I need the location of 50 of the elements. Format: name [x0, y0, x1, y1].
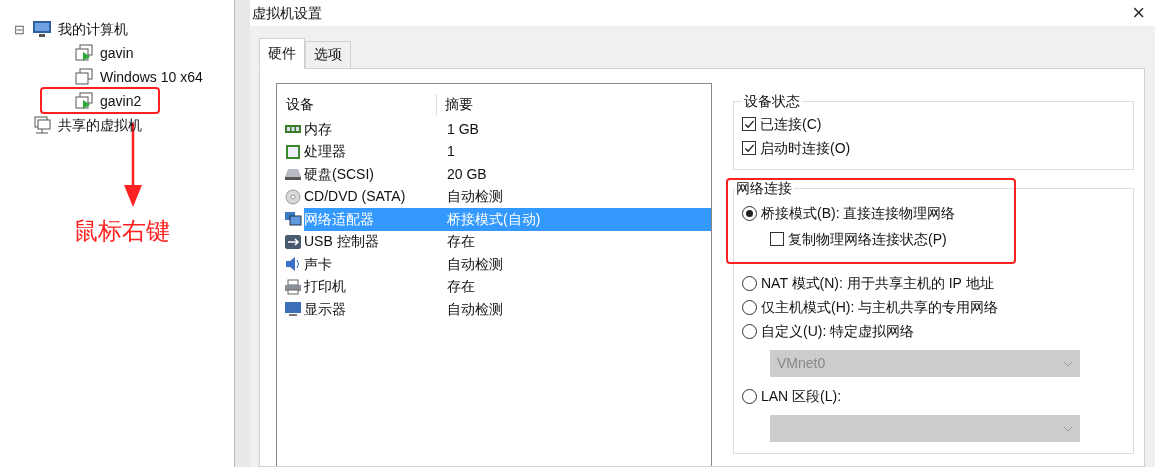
dialog-title: 虚拟机设置	[252, 3, 322, 23]
option-label: 桥接模式(B): 直接连接物理网络	[761, 203, 956, 223]
shared-vm-icon	[32, 116, 52, 134]
device-row[interactable]: 打印机 存在	[304, 275, 711, 298]
tree-item[interactable]: 共享的虚拟机	[58, 114, 142, 136]
tab[interactable]: 选项	[305, 41, 351, 69]
tab[interactable]: 硬件	[259, 38, 305, 69]
device-row[interactable]: 声卡 自动检测	[304, 253, 711, 276]
radio-button[interactable]	[742, 388, 757, 404]
option-label: 启动时连接(O)	[760, 138, 851, 158]
tree-item[interactable]: Windows 10 x64	[100, 66, 203, 88]
radio-button[interactable]	[742, 323, 757, 339]
network-icon	[284, 211, 302, 228]
annotation-text: 鼠标右键	[74, 216, 171, 246]
checkbox[interactable]	[742, 117, 756, 131]
radio-button[interactable]	[742, 205, 757, 221]
collapse-toggle[interactable]: ⊟	[14, 22, 28, 36]
column-header[interactable]: 摘要	[437, 93, 473, 115]
option-label: NAT 模式(N): 用于共享主机的 IP 地址	[761, 273, 994, 293]
printer-icon	[284, 278, 302, 295]
device-row[interactable]: 显示器 自动检测	[304, 298, 711, 321]
chip-icon	[284, 143, 302, 160]
option-label: LAN 区段(L):	[761, 386, 842, 406]
device-row[interactable]: 处理器 1	[304, 140, 711, 163]
option-label: 仅主机模式(H): 与主机共享的专用网络	[761, 297, 999, 317]
speaker-icon	[284, 256, 302, 273]
tree-item[interactable]: 我的计算机	[58, 18, 128, 40]
tree-item[interactable]: gavin2	[100, 90, 142, 112]
group-title: 网络连接	[735, 179, 793, 198]
tree-item[interactable]: gavin	[100, 42, 134, 64]
close-button[interactable]: ×	[1132, 2, 1145, 24]
computer-icon	[32, 20, 52, 38]
option-label: 复制物理网络连接状态(P)	[788, 229, 947, 249]
option-label: 已连接(C)	[760, 114, 822, 134]
device-row[interactable]: CD/DVD (SATA) 自动检测	[304, 185, 711, 208]
checkbox[interactable]	[742, 141, 756, 155]
device-row[interactable]: 内存 1 GB	[304, 118, 711, 141]
option-label: 自定义(U): 特定虚拟网络	[761, 321, 915, 341]
chevron-down-icon	[1063, 425, 1073, 432]
column-header[interactable]: 设备	[277, 93, 437, 115]
monitor-icon	[284, 301, 302, 318]
device-row[interactable]: 硬盘(SCSI) 20 GB	[304, 163, 711, 186]
checkbox[interactable]	[770, 232, 784, 246]
group-title: 设备状态	[743, 92, 801, 111]
disc-icon	[284, 188, 302, 205]
device-row[interactable]: USB 控制器 存在	[304, 230, 711, 253]
chevron-down-icon	[1063, 360, 1073, 367]
usb-icon	[284, 233, 302, 250]
radio-button[interactable]	[742, 275, 757, 291]
radio-button[interactable]	[742, 299, 757, 315]
